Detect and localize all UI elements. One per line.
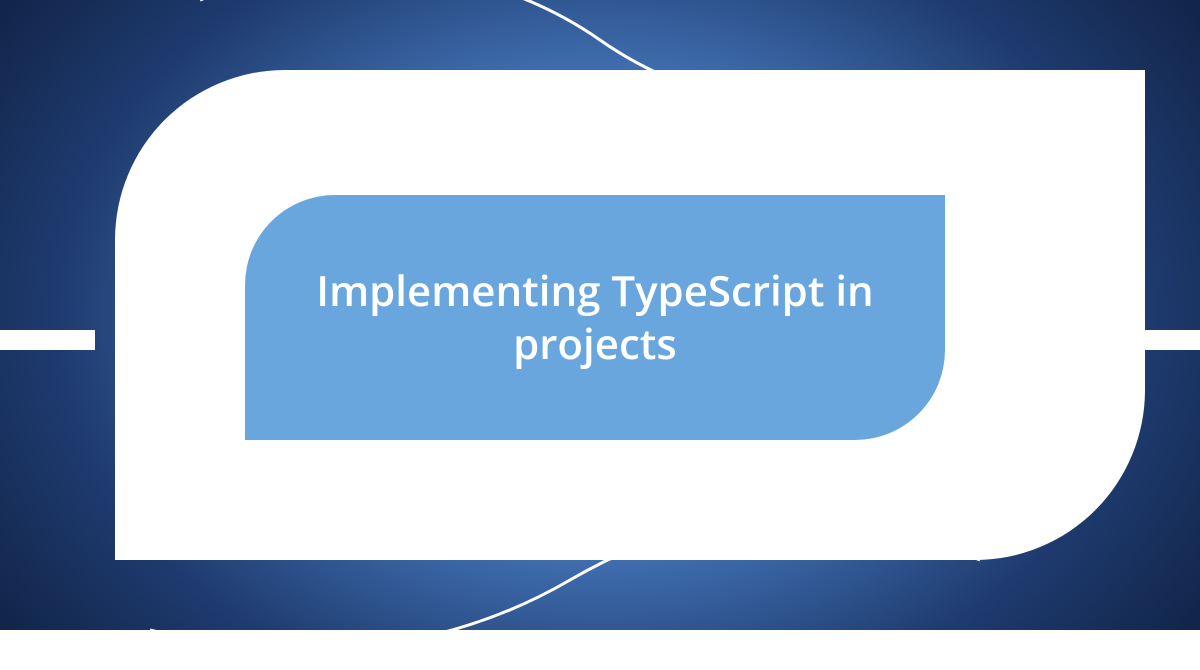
inner-card-shape: Implementing TypeScript in projects [245,195,945,440]
horizontal-bar-right [1145,330,1200,350]
card-title: Implementing TypeScript in projects [305,265,885,370]
horizontal-bar-left [0,330,95,350]
